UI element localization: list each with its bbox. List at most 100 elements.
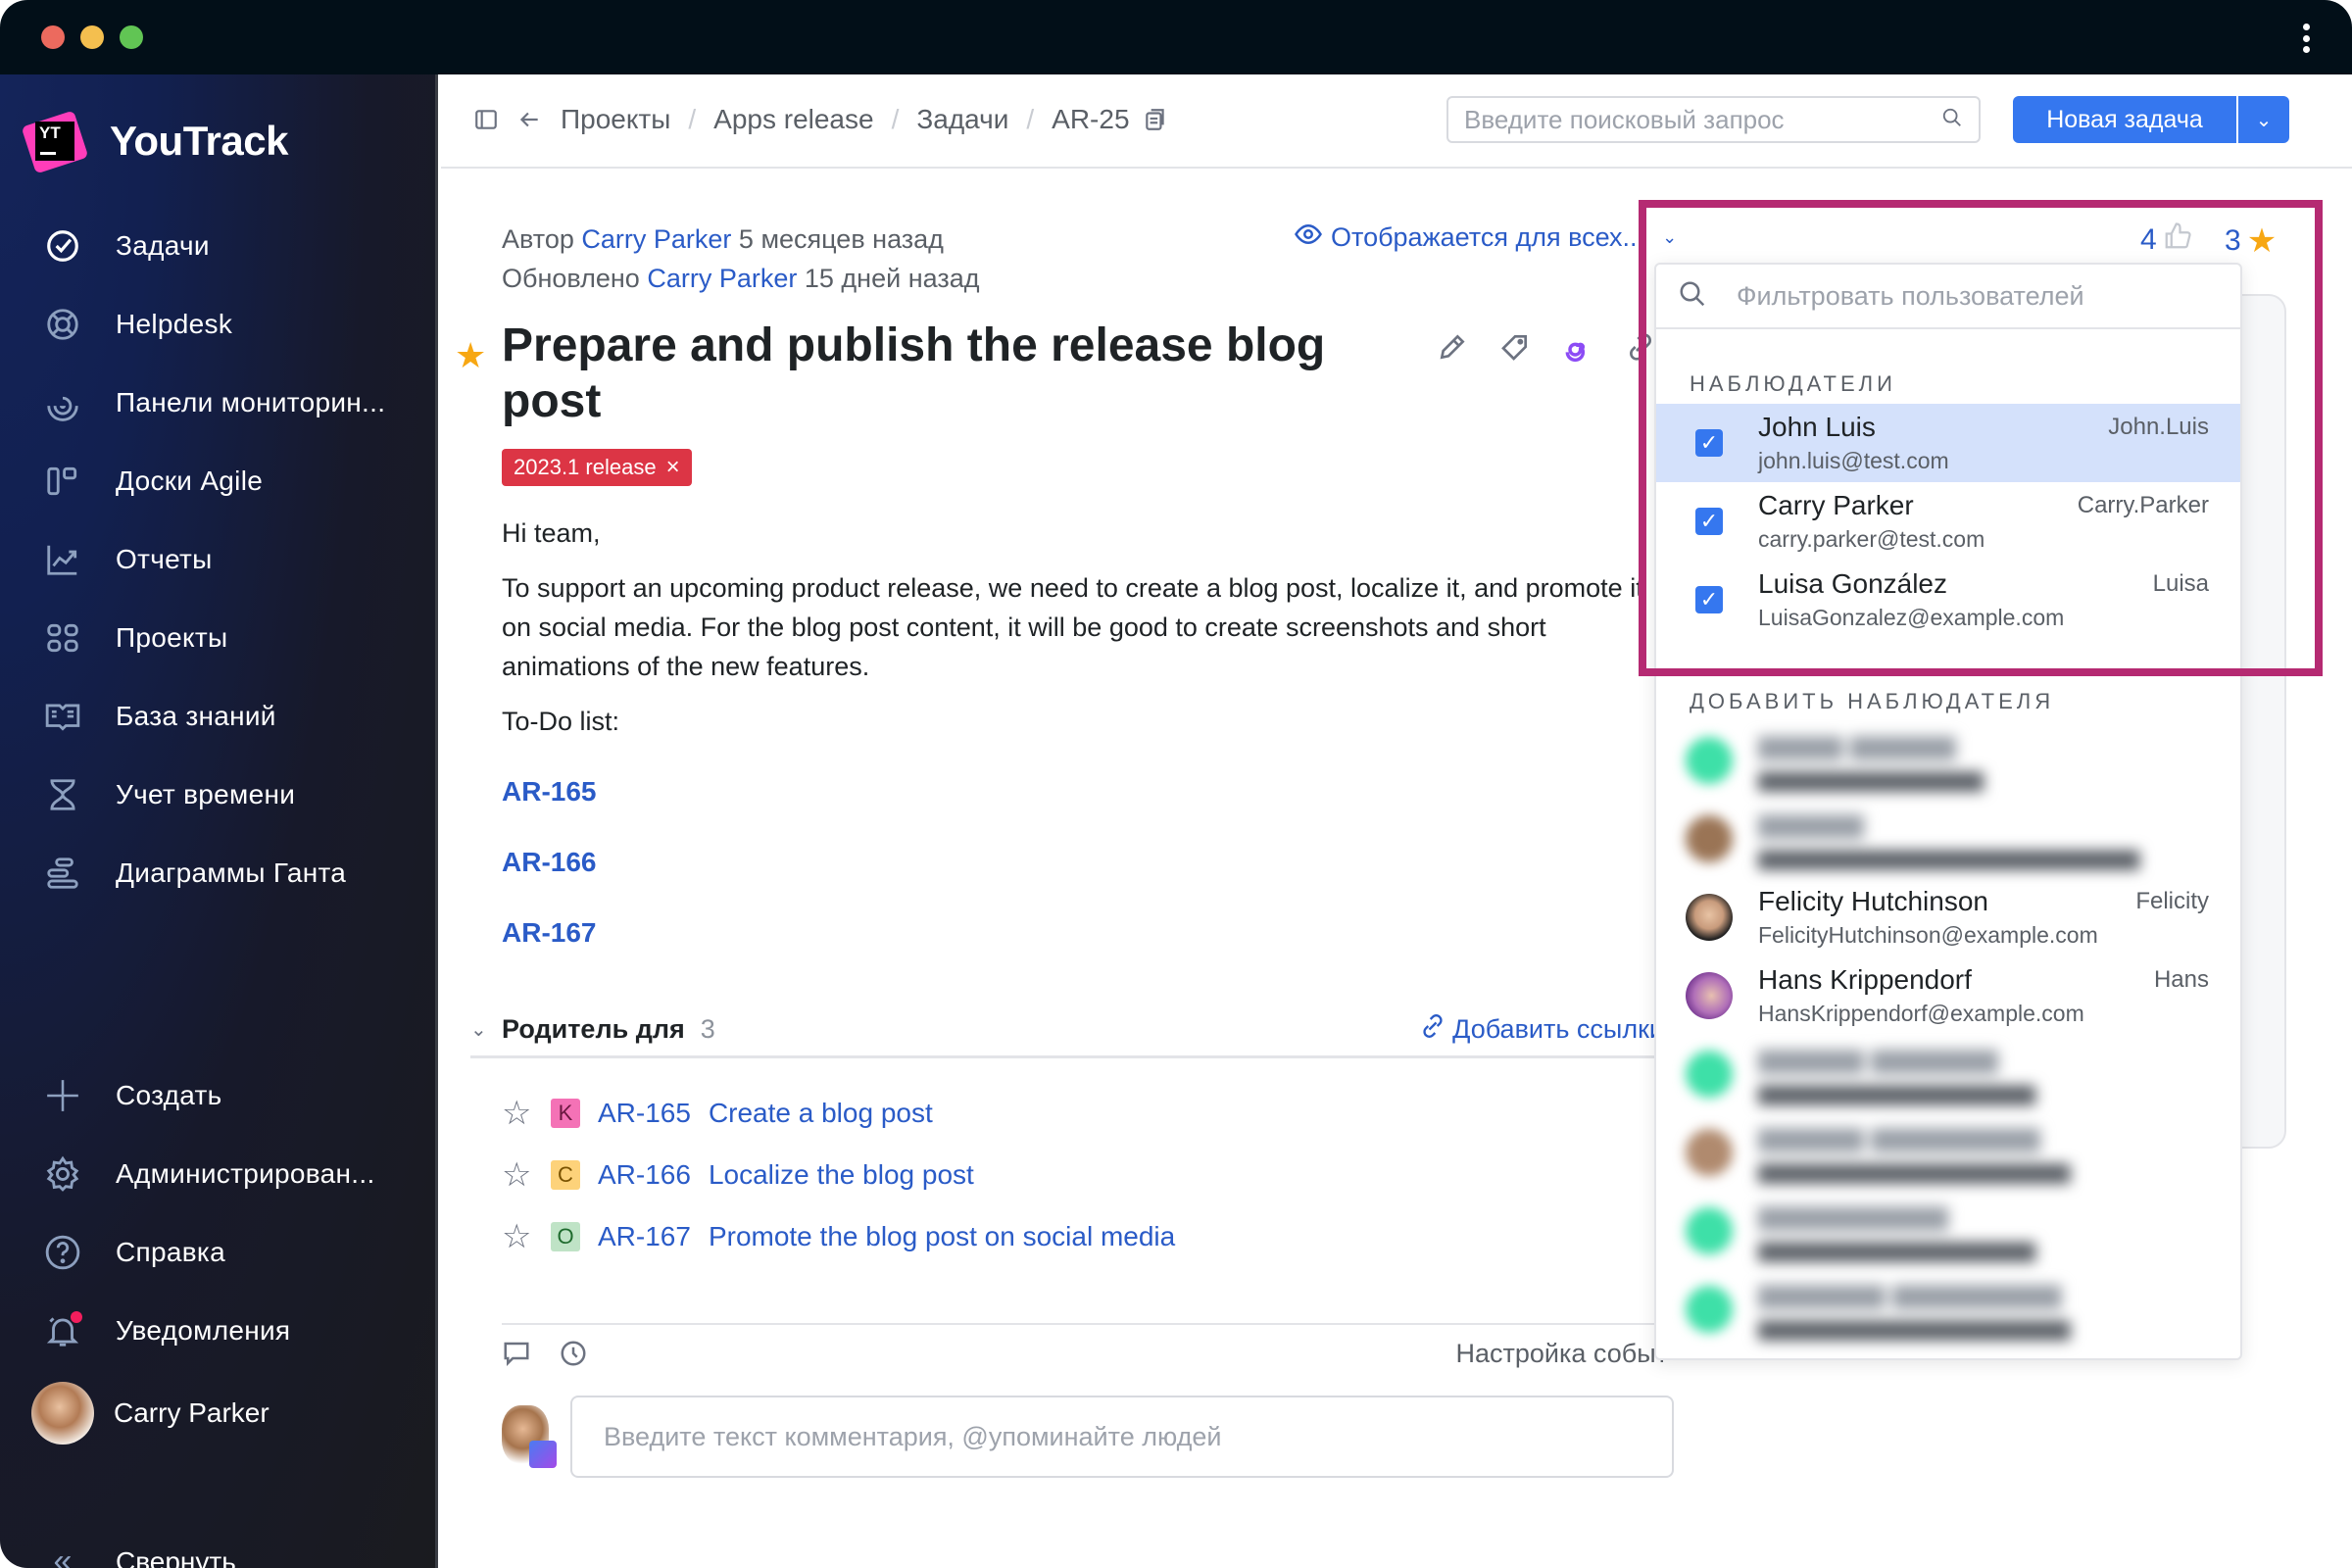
add-links-button[interactable]: Добавить ссылки <box>1419 1012 1664 1047</box>
kebab-menu-icon[interactable] <box>2301 24 2311 53</box>
todo-link[interactable]: AR-166 <box>502 843 1678 882</box>
pencil-icon[interactable] <box>1437 331 1468 363</box>
title-actions <box>1437 331 1656 363</box>
checkbox-checked[interactable]: ✓ <box>1695 586 1723 613</box>
star-outline-icon[interactable]: ☆ <box>502 1094 535 1133</box>
issue-description: Hi team, To support an upcoming product … <box>502 514 1678 984</box>
star-filled-icon[interactable]: ★ <box>455 335 486 376</box>
search-icon[interactable] <box>1941 107 1963 133</box>
todo-link[interactable]: AR-167 <box>502 913 1678 953</box>
breadcrumb-separator: / <box>1026 104 1035 134</box>
avatar <box>1686 1051 1733 1098</box>
app-name: YouTrack <box>110 118 288 164</box>
issue-summary-link[interactable]: Promote the blog post on social media <box>709 1221 1175 1252</box>
candidate-item-blurred[interactable]: ▆▆▆▆▆ ▆▆▆▆▆▆▆▆▆▆▆▆▆▆▆▆▆▆▆▆▆▆ <box>1656 800 2240 878</box>
sidebar-item-notifications[interactable]: Уведомления <box>0 1292 438 1370</box>
updated-by-link[interactable]: Carry Parker <box>647 264 797 293</box>
sidebar-item-agile-boards[interactable]: Доски Agile <box>0 442 438 520</box>
state-badge: K <box>551 1098 580 1128</box>
sidebar-item-dashboards[interactable]: Панели мониторин... <box>0 364 438 442</box>
issue-tag[interactable]: 2023.1 release × <box>502 449 692 486</box>
minimize-window-button[interactable] <box>80 25 104 49</box>
sidebar-item-reports[interactable]: Отчеты <box>0 520 438 599</box>
avatar <box>1686 815 1733 862</box>
comment-icon[interactable] <box>502 1339 531 1368</box>
dashboard-spiral-icon <box>43 383 82 422</box>
watcher-item[interactable]: ✓ John Luis john.luis@test.com John.Luis <box>1656 404 2240 482</box>
search-icon <box>1678 279 1709 314</box>
checkbox-checked[interactable]: ✓ <box>1695 508 1723 535</box>
new-issue-button[interactable]: Новая задача <box>2013 96 2236 143</box>
gear-icon <box>43 1154 82 1194</box>
todo-link[interactable]: AR-165 <box>502 772 1678 811</box>
issue-id-link[interactable]: AR-166 <box>598 1159 691 1191</box>
sidebar-item-gantt-charts[interactable]: Диаграммы Ганта <box>0 834 438 912</box>
candidate-item-blurred[interactable]: ▆▆▆▆▆ ▆▆▆▆▆▆ ▆▆▆▆▆▆▆▆▆▆▆▆▆▆▆▆ <box>1656 1035 2240 1113</box>
sidebar-item-administration[interactable]: Администрирован... <box>0 1135 438 1213</box>
candidate-item-blurred[interactable]: ▆▆▆▆ ▆▆▆▆▆ ▆▆▆▆▆▆▆▆▆▆▆▆▆ <box>1656 721 2240 800</box>
candidate-item-blurred[interactable]: ▆▆▆▆▆▆ ▆▆▆▆▆▆▆▆ ▆▆▆▆▆▆▆▆▆▆▆▆▆▆▆▆▆▆ <box>1656 1270 2240 1348</box>
ai-assistant-icon[interactable] <box>1562 331 1593 363</box>
filter-users-input[interactable] <box>1737 280 2219 312</box>
watcher-item[interactable]: ✓ Luisa González LuisaGonzalez@example.c… <box>1656 561 2240 639</box>
star-outline-icon[interactable]: ☆ <box>502 1155 535 1195</box>
remove-tag-icon[interactable]: × <box>666 454 680 481</box>
chart-icon <box>43 540 82 579</box>
breadcrumb-issue-id[interactable]: AR-25 <box>1052 104 1129 135</box>
agile-board-icon <box>43 462 82 501</box>
clock-icon[interactable] <box>559 1339 588 1368</box>
new-issue-dropdown-button[interactable]: ⌄ <box>2238 96 2289 143</box>
top-header: Проекты / Apps release / Задачи / AR-25 … <box>441 74 2352 169</box>
breadcrumb-issues[interactable]: Задачи <box>916 104 1008 135</box>
issue-title: Prepare and publish the release blog pos… <box>502 319 1326 427</box>
sidebar-item-help[interactable]: Справка <box>0 1213 438 1292</box>
issue-summary-link[interactable]: Create a blog post <box>709 1098 933 1129</box>
sidebar-item-projects[interactable]: Проекты <box>0 599 438 677</box>
new-issue-split-button: Новая задача ⌄ <box>2013 96 2289 143</box>
sidebar-item-time-tracking[interactable]: Учет времени <box>0 756 438 834</box>
candidate-item[interactable]: Felicity Hutchinson FelicityHutchinson@e… <box>1656 878 2240 956</box>
back-arrow-icon[interactable] <box>514 107 545 132</box>
author-link[interactable]: Carry Parker <box>581 224 731 254</box>
chevron-down-icon[interactable]: ⌄ <box>470 1017 502 1042</box>
sidebar-item-helpdesk[interactable]: Helpdesk <box>0 285 438 364</box>
copy-icon[interactable] <box>1140 107 1171 132</box>
breadcrumb-apps-release[interactable]: Apps release <box>713 104 873 135</box>
breadcrumb: Проекты / Apps release / Задачи / AR-25 <box>470 104 1171 135</box>
watcher-item[interactable]: ✓ Carry Parker carry.parker@test.com Car… <box>1656 482 2240 561</box>
candidate-item-blurred[interactable]: ▆▆▆▆▆▆▆▆▆ ▆▆▆▆▆▆▆▆▆▆▆▆▆▆▆▆ <box>1656 1192 2240 1270</box>
links-count: 3 <box>700 1014 715 1044</box>
issue-id-link[interactable]: AR-165 <box>598 1098 691 1129</box>
visibility-selector[interactable]: Отображается для всех... ⌄ <box>1294 220 1677 256</box>
star-button[interactable]: 3 ★ <box>2225 221 2277 261</box>
checkbox-checked[interactable]: ✓ <box>1695 429 1723 457</box>
sidebar-item-create[interactable]: Создать <box>0 1056 438 1135</box>
comment-composer <box>502 1396 1674 1478</box>
close-window-button[interactable] <box>41 25 65 49</box>
breadcrumb-projects[interactable]: Проекты <box>561 104 670 135</box>
link-icon[interactable] <box>1625 331 1656 363</box>
hourglass-icon <box>43 775 82 814</box>
collapse-sidebar-button[interactable]: « Свернуть <box>43 1543 236 1568</box>
current-user[interactable]: Carry Parker <box>31 1382 270 1445</box>
title-bar <box>0 0 2352 74</box>
avatar <box>1686 1207 1733 1254</box>
sidebar-item-issues[interactable]: Задачи <box>0 207 438 285</box>
search-input[interactable] <box>1464 104 1941 135</box>
issue-meta: Автор Carry Parker 5 месяцев назад Обнов… <box>502 224 980 293</box>
tag-icon[interactable] <box>1499 331 1531 363</box>
toggle-panel-icon[interactable] <box>470 107 502 132</box>
issue-id-link[interactable]: AR-167 <box>598 1221 691 1252</box>
comment-input[interactable] <box>570 1396 1674 1478</box>
issue-summary-link[interactable]: Localize the blog post <box>709 1159 974 1191</box>
candidate-item-blurred[interactable]: ▆▆▆▆▆ ▆▆▆▆▆▆▆▆ ▆▆▆▆▆▆▆▆▆▆▆▆▆▆▆▆▆▆ <box>1656 1113 2240 1192</box>
star-outline-icon[interactable]: ☆ <box>502 1217 535 1256</box>
state-badge: O <box>551 1221 580 1251</box>
sidebar-item-knowledge-base[interactable]: База знаний <box>0 677 438 756</box>
maximize-window-button[interactable] <box>120 25 143 49</box>
vote-button[interactable]: 4 <box>2140 221 2192 259</box>
candidate-item[interactable]: Hans Krippendorf HansKrippendorf@example… <box>1656 956 2240 1035</box>
app-logo[interactable]: YT YouTrack <box>21 110 288 174</box>
activity-settings-link[interactable]: Настройка событ <box>1456 1339 1668 1369</box>
avatar <box>1686 972 1733 1019</box>
